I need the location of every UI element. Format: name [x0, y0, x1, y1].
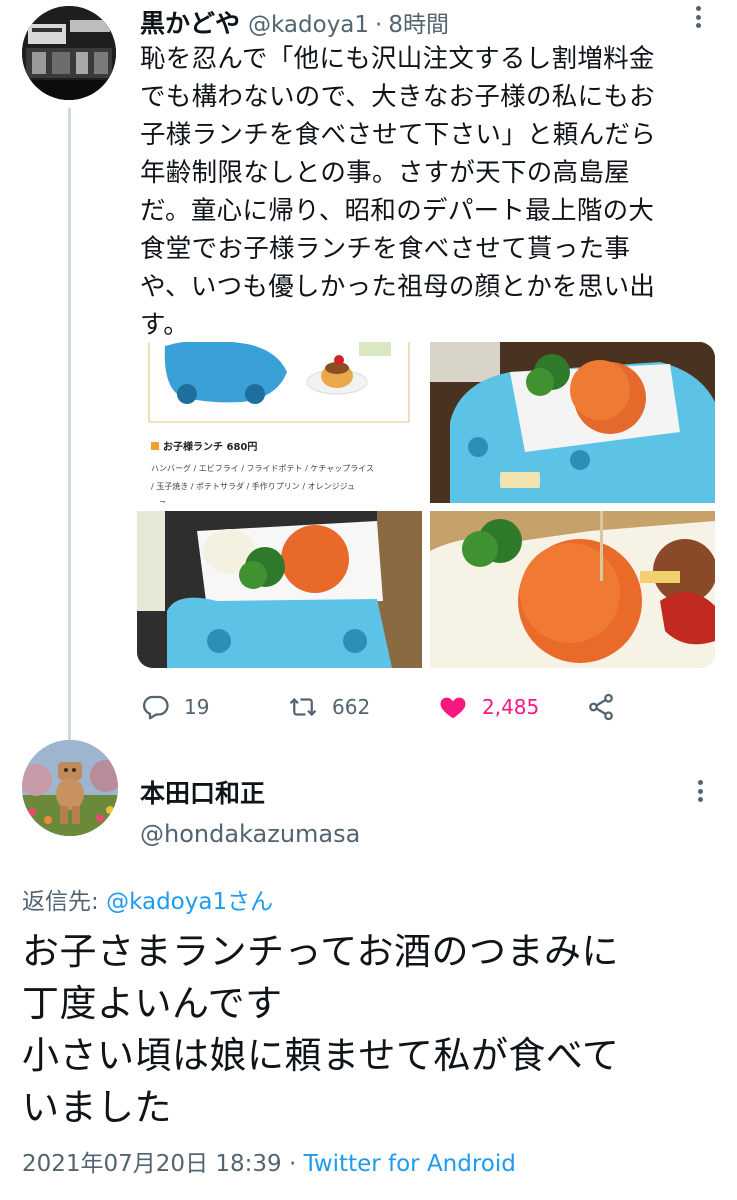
tweet-text-line: だ。童心に帰り、昭和のデパート最上階の大 [140, 196, 655, 226]
media-photo-closeup[interactable] [430, 511, 715, 668]
menu-items-line: / 玉子焼き / ポテトサラダ / 手作りプリン / オレンジジュ [151, 482, 356, 491]
share-icon [589, 693, 613, 721]
reply-button[interactable]: 19 [140, 690, 209, 724]
meta-separator: · [281, 1151, 304, 1177]
tweet-text-line: 年齢制限なしとの事。さすが天下の高島屋 [140, 158, 630, 188]
thread-connector-line [68, 108, 71, 756]
tweet-action-bar: 19 662 2,485 [140, 690, 640, 724]
tweet-timestamp[interactable]: 8時間 [388, 5, 449, 39]
menu-title: お子様ランチ 680円 [151, 438, 257, 453]
menu-items-line: ース [151, 496, 413, 503]
tweet-text-line: 食堂でお子様ランチを食べさせて貰った事 [140, 234, 631, 264]
more-vertical-icon[interactable] [688, 6, 708, 28]
tweet-meta: 2021年07月20日 18:39 · Twitter for Android [22, 1144, 516, 1178]
avatar[interactable] [22, 6, 116, 100]
tweet-header: 黒かどや @kadoya1 · 8時間 [140, 4, 449, 38]
menu-items-line: ハンバーグ / エビフライ / フライドポテト / ケチャップライス [151, 464, 375, 473]
retweet-icon [289, 697, 317, 717]
media-grid: お子様ランチ 680円 ハンバーグ / エビフライ / フライドポテト / ケチ… [137, 342, 715, 668]
reply-text-line: 丁度よいんです [22, 982, 283, 1025]
media-photo-tray[interactable] [137, 511, 422, 668]
replying-to-link[interactable]: @kadoya1さん [106, 889, 273, 915]
heart-icon [440, 697, 466, 719]
tweet-date[interactable]: 2021年07月20日 18:39 [22, 1151, 282, 1177]
avatar[interactable] [22, 740, 118, 836]
reply-count: 19 [184, 695, 210, 719]
tray-photo-image [137, 511, 422, 668]
reply-text-line: お子さまランチってお酒のつまみに [22, 930, 620, 973]
header-separator: · [375, 12, 383, 38]
media-photo-car-plate[interactable] [430, 342, 715, 503]
author-name[interactable]: 黒かどや [140, 4, 240, 40]
car-plate-photo-image [430, 342, 715, 503]
share-button[interactable] [586, 690, 616, 724]
retweet-count: 662 [332, 695, 371, 719]
tweet-text: 恥を忍んで「他にも沢山注文するし割増料金 でも構わないので、大きなお子様の私にも… [140, 40, 720, 344]
author-handle[interactable]: @kadoya1 [248, 12, 369, 38]
media-photo-menu[interactable]: お子様ランチ 680円 ハンバーグ / エビフライ / フライドポテト / ケチ… [137, 342, 422, 503]
author-handle[interactable]: @hondakazumasa [140, 820, 360, 848]
tweet-text-line: でも構わないので、大きなお子様の私にもお [140, 82, 655, 112]
source-link[interactable]: Twitter for Android [304, 1151, 516, 1177]
replying-to-label: 返信先: [22, 889, 107, 915]
menu-items: ハンバーグ / エビフライ / フライドポテト / ケチャップライス / 玉子焼… [151, 460, 413, 503]
tweet-text-line: や、いつも優しかった祖母の顔とかを思い出 [140, 272, 656, 302]
tweet-text-line: す。 [140, 310, 190, 340]
reply-icon [143, 695, 169, 720]
like-count: 2,485 [482, 695, 540, 719]
tweet-text-line: 子様ランチを食べさせて下さい」と頼んだら [140, 120, 657, 150]
replying-to: 返信先: @kadoya1さん [22, 882, 273, 916]
author-name[interactable]: 本田口和正 [140, 774, 265, 810]
like-button[interactable]: 2,485 [438, 690, 539, 724]
closeup-photo-image [430, 511, 715, 668]
more-vertical-icon[interactable] [690, 780, 710, 802]
reply-text-line: 小さい頃は娘に頼ませて私が食べて [22, 1034, 620, 1077]
reply-text-line: いました [22, 1086, 172, 1129]
tweet-text-line: 恥を忍んで「他にも沢山注文するし割増料金 [140, 44, 655, 74]
avatar-image [22, 740, 118, 836]
retweet-button[interactable]: 662 [288, 690, 370, 724]
avatar-image [22, 6, 116, 100]
reply-text: お子さまランチってお酒のつまみに 丁度よいんです 小さい頃は娘に頼ませて私が食べ… [22, 926, 722, 1134]
